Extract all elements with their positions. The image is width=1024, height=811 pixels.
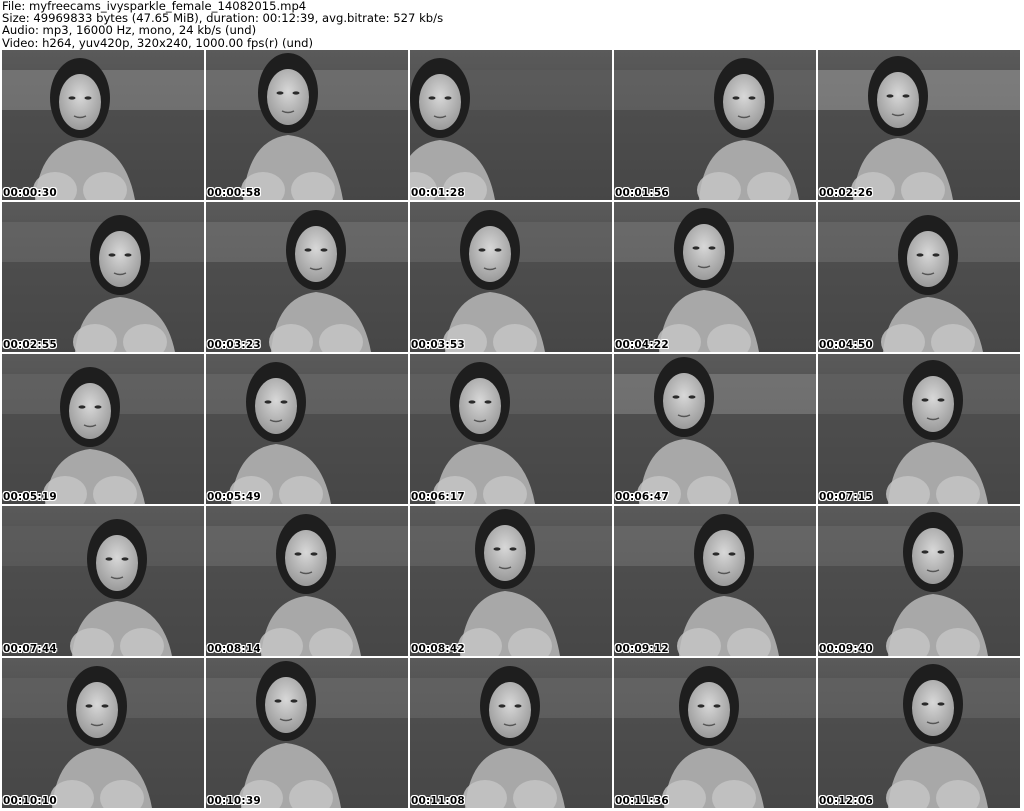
- video-thumbnail: 00:02:55: [2, 202, 204, 352]
- thumbnail-timestamp: 00:02:26: [819, 187, 873, 199]
- video-thumbnail: 00:02:26: [818, 50, 1020, 200]
- video-thumbnail: 00:09:40: [818, 506, 1020, 656]
- thumbnail-image: [614, 658, 816, 808]
- video-thumbnail: 00:01:56: [614, 50, 816, 200]
- video-thumbnail: 00:12:06: [818, 658, 1020, 808]
- thumbnail-timestamp: 00:00:58: [207, 187, 261, 199]
- thumbnail-timestamp: 00:09:12: [615, 643, 669, 655]
- thumbnail-timestamp: 00:01:56: [615, 187, 669, 199]
- video-thumbnail: 00:03:23: [206, 202, 408, 352]
- thumbnail-image: [614, 506, 816, 656]
- thumbnail-timestamp: 00:02:55: [3, 339, 57, 351]
- thumbnail-image: [818, 354, 1020, 504]
- thumbnail-image: [2, 354, 204, 504]
- video-thumbnail: 00:09:12: [614, 506, 816, 656]
- thumbnail-timestamp: 00:11:08: [411, 795, 465, 807]
- thumbnail-image: [2, 506, 204, 656]
- thumbnail-timestamp: 00:07:15: [819, 491, 873, 503]
- video-thumbnail: 00:01:28: [410, 50, 612, 200]
- audio-info-line: Audio: mp3, 16000 Hz, mono, 24 kb/s (und…: [2, 23, 257, 38]
- thumbnail-timestamp: 00:01:28: [411, 187, 465, 199]
- thumbnail-image: [818, 506, 1020, 656]
- thumbnail-timestamp: 00:08:14: [207, 643, 261, 655]
- thumbnail-timestamp: 00:06:17: [411, 491, 465, 503]
- video-thumbnail: 00:10:39: [206, 658, 408, 808]
- thumbnail-image: [206, 354, 408, 504]
- thumbnail-timestamp: 00:08:42: [411, 643, 465, 655]
- video-thumbnail: 00:05:19: [2, 354, 204, 504]
- thumbnail-timestamp: 00:04:50: [819, 339, 873, 351]
- thumbnail-timestamp: 00:10:39: [207, 795, 261, 807]
- thumbnail-image: [818, 50, 1020, 200]
- thumbnail-image: [818, 658, 1020, 808]
- video-info-line: Video: h264, yuv420p, 320x240, 1000.00 f…: [2, 35, 314, 50]
- thumbnail-image: [206, 50, 408, 200]
- thumbnail-image: [614, 50, 816, 200]
- thumbnail-timestamp: 00:11:36: [615, 795, 669, 807]
- thumbnail-timestamp: 00:03:23: [207, 339, 261, 351]
- video-thumbnail: 00:07:44: [2, 506, 204, 656]
- thumbnail-timestamp: 00:07:44: [3, 643, 57, 655]
- thumbnail-image: [206, 202, 408, 352]
- thumbnail-timestamp: 00:06:47: [615, 491, 669, 503]
- thumbnail-timestamp: 00:05:49: [207, 491, 261, 503]
- thumbnail-image: [2, 50, 204, 200]
- video-thumbnail: 00:00:30: [2, 50, 204, 200]
- video-thumbnail: 00:05:49: [206, 354, 408, 504]
- video-thumbnail: 00:04:22: [614, 202, 816, 352]
- thumbnail-image: [410, 50, 612, 200]
- thumbnail-timestamp: 00:00:30: [3, 187, 57, 199]
- video-thumbnail: 00:11:36: [614, 658, 816, 808]
- video-thumbnail: 00:03:53: [410, 202, 612, 352]
- thumbnail-image: [818, 202, 1020, 352]
- video-thumbnail: 00:08:42: [410, 506, 612, 656]
- thumbnail-timestamp: 00:04:22: [615, 339, 669, 351]
- thumbnail-timestamp: 00:10:10: [3, 795, 57, 807]
- file-info-header: File: myfreecams_ivysparkle_female_14082…: [2, 0, 1020, 49]
- thumbnail-timestamp: 00:09:40: [819, 643, 873, 655]
- thumbnail-image: [206, 658, 408, 808]
- thumbnail-image: [614, 202, 816, 352]
- video-thumbnail: 00:04:50: [818, 202, 1020, 352]
- thumbnail-image: [2, 658, 204, 808]
- video-thumbnail: 00:06:17: [410, 354, 612, 504]
- thumbnail-image: [410, 506, 612, 656]
- thumbnail-image: [206, 506, 408, 656]
- video-thumbnail: 00:10:10: [2, 658, 204, 808]
- video-thumbnail: 00:11:08: [410, 658, 612, 808]
- video-thumbnail: 00:08:14: [206, 506, 408, 656]
- thumbnail-grid: 00:00:30 00:00:58 00:01:28 00:01:56 00:0…: [2, 50, 1022, 810]
- video-thumbnail: 00:00:58: [206, 50, 408, 200]
- video-thumbnail: 00:07:15: [818, 354, 1020, 504]
- thumbnail-image: [410, 354, 612, 504]
- thumbnail-image: [2, 202, 204, 352]
- thumbnail-timestamp: 00:12:06: [819, 795, 873, 807]
- thumbnail-timestamp: 00:03:53: [411, 339, 465, 351]
- thumbnail-image: [410, 658, 612, 808]
- thumbnail-image: [410, 202, 612, 352]
- video-thumbnail: 00:06:47: [614, 354, 816, 504]
- thumbnail-timestamp: 00:05:19: [3, 491, 57, 503]
- thumbnail-image: [614, 354, 816, 504]
